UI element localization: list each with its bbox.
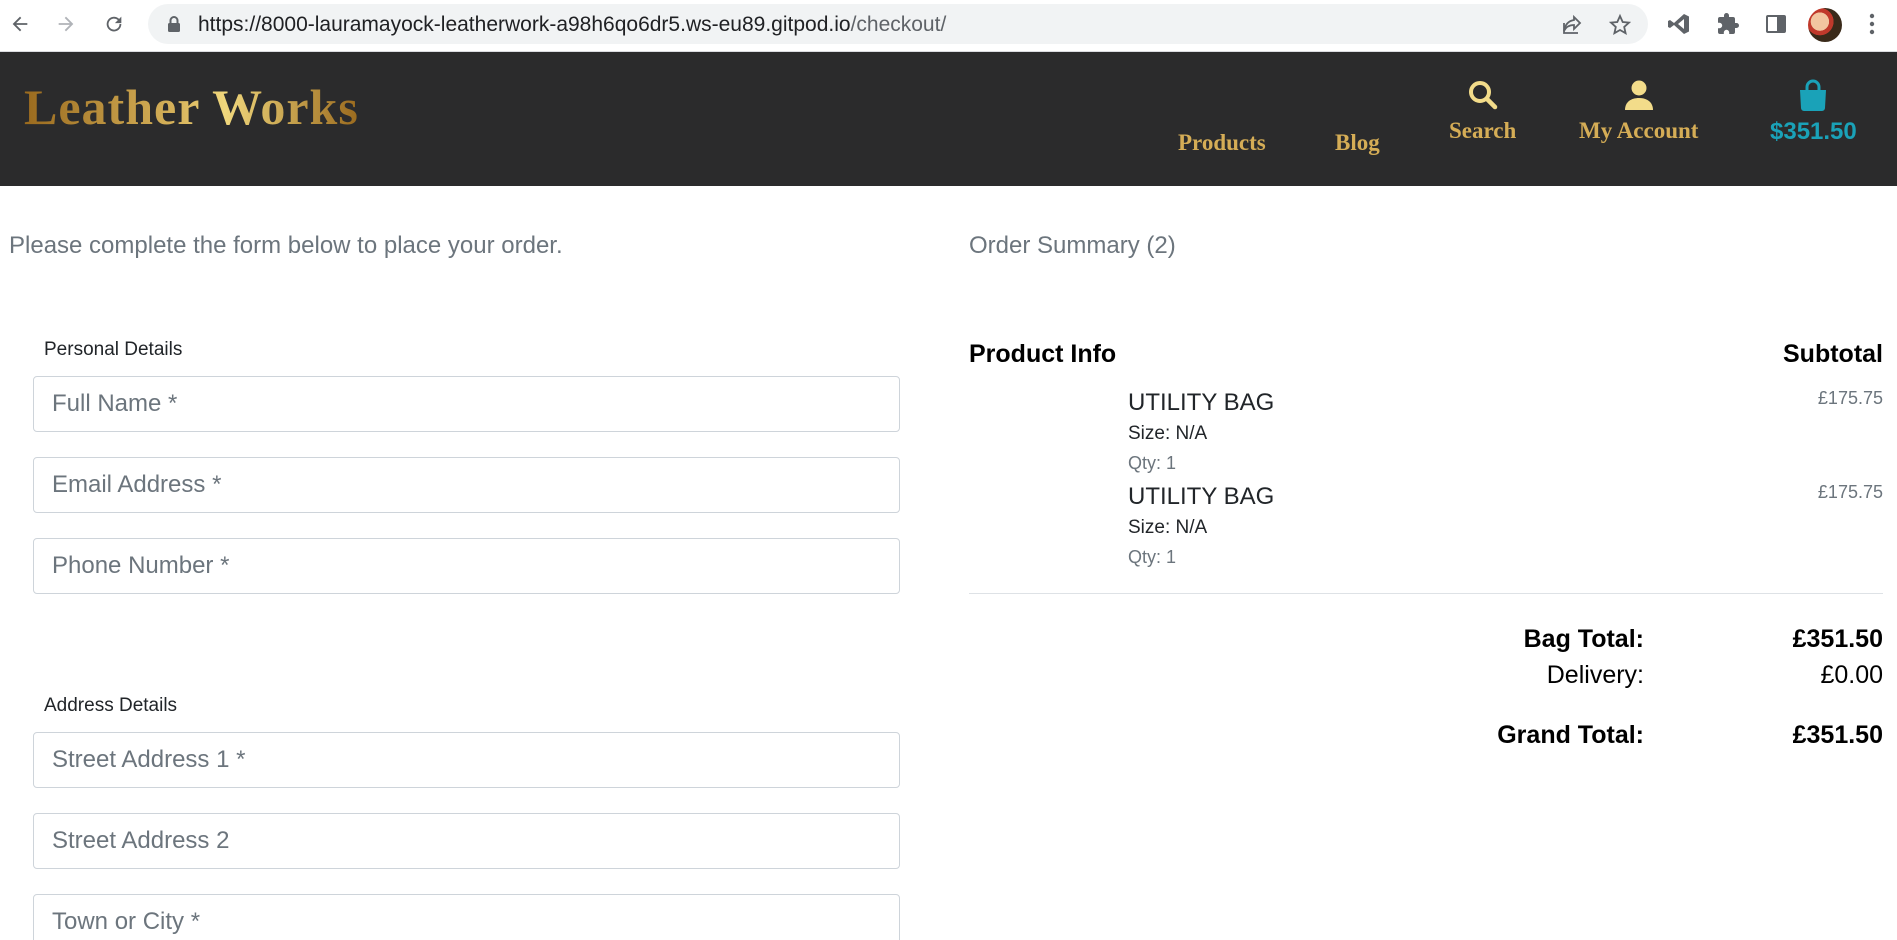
url-host: https://8000-lauramayock-leatherwork-a98… bbox=[198, 13, 851, 36]
grand-total-value: £351.50 bbox=[1792, 721, 1883, 749]
star-icon[interactable] bbox=[1608, 13, 1632, 37]
url-text[interactable]: https://8000-lauramayock-leatherwork-a98… bbox=[198, 13, 946, 37]
order-item-size: Size: N/A bbox=[1128, 423, 1208, 444]
street-address-2-input[interactable] bbox=[34, 814, 899, 868]
nav-account-label: My Account bbox=[1579, 118, 1699, 143]
order-summary-heading: Order Summary (2) bbox=[969, 232, 1176, 259]
delivery-label: Delivery: bbox=[1546, 661, 1644, 689]
order-item-name: UTILITY BAG bbox=[1128, 483, 1275, 510]
street-address-1-field[interactable] bbox=[33, 732, 900, 788]
personal-details-legend: Personal Details bbox=[44, 339, 183, 360]
reload-icon[interactable] bbox=[98, 8, 130, 40]
nav-account[interactable]: My Account bbox=[1579, 72, 1698, 144]
main-nav: Products Blog Search My Account $351.50 bbox=[0, 72, 1897, 182]
grand-total-label: Grand Total: bbox=[1497, 721, 1644, 749]
phone-input[interactable] bbox=[34, 539, 899, 593]
nav-products[interactable]: Products bbox=[1178, 130, 1266, 156]
product-info-header: Product Info bbox=[969, 340, 1117, 368]
checkout-intro: Please complete the form below to place … bbox=[9, 232, 563, 259]
nav-products-label: Products bbox=[1178, 130, 1266, 155]
nav-search-label: Search bbox=[1449, 118, 1517, 143]
bag-total-label: Bag Total: bbox=[1523, 625, 1644, 653]
bag-total-amount: $351.50 bbox=[1770, 118, 1857, 145]
side-panel-icon[interactable] bbox=[1762, 10, 1790, 38]
user-icon bbox=[1579, 72, 1698, 112]
forward-arrow-icon[interactable] bbox=[50, 8, 82, 40]
phone-field[interactable] bbox=[33, 538, 900, 594]
puzzle-icon[interactable] bbox=[1714, 10, 1742, 38]
subtotal-header: Subtotal bbox=[1783, 340, 1883, 368]
kebab-menu-icon[interactable] bbox=[1860, 10, 1884, 38]
town-city-field[interactable] bbox=[33, 894, 900, 940]
shopping-bag-icon bbox=[1770, 72, 1857, 112]
vscode-icon[interactable] bbox=[1665, 10, 1693, 38]
order-item-price: £175.75 bbox=[1817, 388, 1883, 408]
nav-search[interactable]: Search bbox=[1449, 72, 1516, 144]
share-icon[interactable] bbox=[1560, 13, 1584, 37]
address-details-legend: Address Details bbox=[44, 695, 178, 716]
order-item-qty: Qty: 1 bbox=[1128, 547, 1177, 567]
nav-blog-label: Blog bbox=[1335, 130, 1380, 155]
order-item-size: Size: N/A bbox=[1128, 517, 1208, 538]
summary-divider bbox=[969, 593, 1883, 594]
url-path: /checkout/ bbox=[850, 13, 947, 36]
back-arrow-icon[interactable] bbox=[4, 8, 36, 40]
nav-blog[interactable]: Blog bbox=[1335, 130, 1380, 156]
profile-avatar[interactable] bbox=[1808, 8, 1842, 42]
browser-toolbar: https://8000-lauramayock-leatherwork-a98… bbox=[0, 0, 1897, 52]
bag-total-value: £351.50 bbox=[1792, 625, 1883, 653]
street-address-1-input[interactable] bbox=[34, 733, 899, 787]
full-name-field[interactable] bbox=[33, 376, 900, 432]
delivery-value: £0.00 bbox=[1820, 661, 1883, 689]
email-field[interactable] bbox=[33, 457, 900, 513]
email-input[interactable] bbox=[34, 458, 899, 512]
address-bar[interactable]: https://8000-lauramayock-leatherwork-a98… bbox=[148, 4, 1648, 44]
full-name-input[interactable] bbox=[34, 377, 899, 431]
order-item-price: £175.75 bbox=[1817, 482, 1883, 502]
search-icon bbox=[1449, 72, 1516, 112]
order-item-name: UTILITY BAG bbox=[1128, 389, 1275, 416]
street-address-2-field[interactable] bbox=[33, 813, 900, 869]
town-city-input[interactable] bbox=[34, 895, 899, 940]
order-item-qty: Qty: 1 bbox=[1128, 453, 1177, 473]
lock-icon[interactable] bbox=[166, 15, 182, 33]
site-header: Leather Works Products Blog Search My Ac… bbox=[0, 52, 1897, 186]
nav-bag[interactable]: $351.50 bbox=[1770, 72, 1857, 146]
